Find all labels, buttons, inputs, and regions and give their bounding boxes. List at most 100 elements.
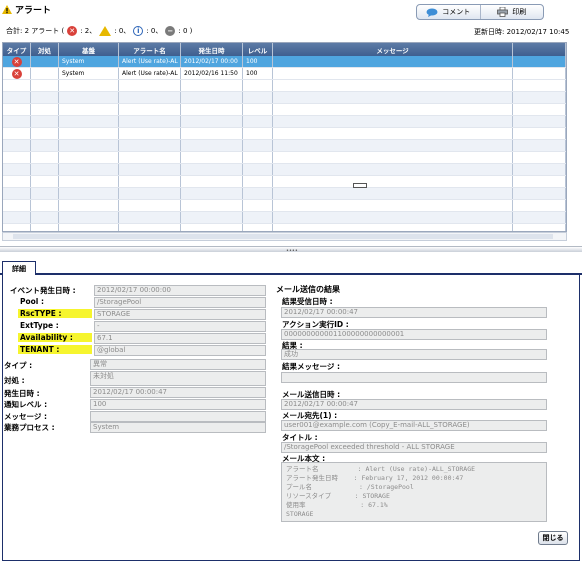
send-time-field: 2012/02/17 00:00:47 — [281, 399, 547, 410]
result-field: 成功 — [281, 349, 547, 360]
notify-level-field: 100 — [90, 399, 266, 410]
scrollbar-thumb[interactable] — [13, 234, 553, 239]
warning-count: : 0、 — [114, 27, 131, 35]
info-count: : 0、 — [146, 27, 163, 35]
splitter-grip-icon: •••• — [286, 248, 298, 254]
speech-bubble-icon — [426, 8, 438, 17]
level-cell: 100 — [243, 68, 273, 79]
type-cell: ✕ — [3, 68, 31, 79]
availability-field: 67.1 — [94, 333, 266, 344]
level-cell: 100 — [243, 56, 273, 67]
top-button-group: コメント 印刷 — [416, 4, 544, 20]
error-icon: ✕ — [67, 26, 78, 36]
exttype-label: ExtType : — [20, 321, 59, 330]
base-cell: System — [59, 56, 119, 67]
detail-tab-bar: 詳細 — [0, 258, 582, 275]
time-cell: 2012/02/16 11:50 — [181, 68, 243, 79]
action-cell — [31, 56, 59, 67]
alert-summary: 合計: 2 アラート ( ✕ : 2、 : 0、 i : 0、 − : 0 ) — [6, 25, 192, 37]
resize-handle[interactable] — [353, 183, 367, 188]
table-header: タイプ 対処 基盤 アラート名 発生日時 レベル メッセージ — [3, 43, 566, 56]
mail-to-field: user001@example.com (Copy_E-mail-ALL_STO… — [281, 420, 547, 431]
type-field: 異常 — [90, 359, 266, 370]
availability-label: Availability : — [18, 333, 92, 342]
close-button[interactable]: 閉じる — [538, 531, 568, 545]
column-header-time[interactable]: 発生日時 — [181, 43, 243, 56]
action-field: 未対処 — [90, 371, 266, 386]
horizontal-scrollbar[interactable] — [2, 232, 567, 241]
table-row[interactable]: ✕ System Alert (Use rate)-AL 2012/02/17 … — [3, 56, 566, 68]
rsctype-field: STORAGE — [94, 309, 266, 320]
result-message-field — [281, 372, 547, 383]
table-row-empty — [3, 188, 566, 200]
type-cell: ✕ — [3, 56, 31, 67]
result-time-field: 2012/02/17 00:00:47 — [281, 307, 547, 318]
event-time-field: 2012/02/17 00:00:00 — [94, 285, 266, 296]
message-cell — [273, 68, 513, 79]
result-time-label: 結果受信日時 : — [282, 297, 333, 306]
process-field: System — [90, 422, 266, 433]
unknown-count: : 0 ) — [178, 27, 193, 35]
tenant-field: @global — [94, 345, 266, 356]
table-row-empty — [3, 224, 566, 231]
info-icon: i — [133, 26, 144, 36]
mail-title-field: /StoragePool exceeded threshold - ALL ST… — [281, 442, 547, 453]
tenant-label: TENANT : — [18, 345, 92, 354]
table-row-empty — [3, 80, 566, 92]
table-row[interactable]: ✕ System Alert (Use rate)-AL 2012/02/16 … — [3, 68, 566, 80]
type-label: タイプ : — [4, 361, 33, 370]
action-cell — [31, 68, 59, 79]
occurred-label: 発生日時 : — [4, 389, 40, 398]
result-message-label: 結果メッセージ : — [282, 362, 340, 371]
process-label: 業務プロセス : — [4, 423, 55, 432]
base-cell: System — [59, 68, 119, 79]
print-button-label: 印刷 — [512, 8, 527, 16]
summary-total: 合計: 2 アラート ( — [6, 27, 65, 35]
column-header-action[interactable]: 対処 — [31, 43, 59, 56]
pool-label: Pool : — [20, 297, 44, 306]
rsctype-label: RscTYPE : — [18, 309, 92, 318]
table-row-empty — [3, 104, 566, 116]
page-title: アラート — [15, 5, 52, 16]
table-row-empty — [3, 152, 566, 164]
notify-level-label: 通知レベル : — [4, 400, 48, 409]
action-id-field: 000000000001100000000000001 — [281, 329, 547, 340]
message-field — [90, 411, 266, 422]
warning-icon — [99, 26, 112, 36]
table-row-empty — [3, 92, 566, 104]
occurred-field: 2012/02/17 00:00:47 — [90, 387, 266, 398]
alert-name-cell: Alert (Use rate)-AL — [119, 56, 181, 67]
action-label: 対処 : — [4, 376, 25, 385]
printer-icon — [497, 7, 509, 17]
error-icon: ✕ — [11, 68, 22, 79]
warning-icon — [2, 4, 12, 14]
table-row-empty — [3, 176, 566, 188]
comment-button[interactable]: コメント — [417, 5, 480, 19]
column-header-level[interactable]: レベル — [243, 43, 273, 56]
pane-splitter[interactable]: •••• — [0, 246, 582, 254]
table-row-empty — [3, 164, 566, 176]
pool-field: /StoragePool — [94, 297, 266, 308]
extra-cell — [513, 56, 566, 67]
extra-cell — [513, 68, 566, 79]
table-row-empty — [3, 140, 566, 152]
updated-time: 更新日時: 2012/02/17 10:45 — [474, 28, 570, 36]
exttype-field: - — [94, 321, 266, 332]
column-header-extra[interactable] — [513, 43, 566, 56]
table-row-empty — [3, 128, 566, 140]
column-header-base[interactable]: 基盤 — [59, 43, 119, 56]
column-header-alert-name[interactable]: アラート名 — [119, 43, 181, 56]
event-time-label: イベント発生日時 : — [10, 286, 76, 295]
error-icon: ✕ — [11, 56, 22, 67]
unknown-icon: − — [165, 26, 176, 36]
error-count: : 2、 — [80, 27, 97, 35]
tab-detail[interactable]: 詳細 — [2, 261, 36, 275]
mail-body-field: アラート名 : Alert (Use rate)-ALL_STORAGE アラー… — [281, 462, 547, 522]
table-row-empty — [3, 116, 566, 128]
time-cell: 2012/02/17 00:00 — [181, 56, 243, 67]
mail-result-title: メール送信の結果 — [276, 285, 340, 294]
column-header-type[interactable]: タイプ — [3, 43, 31, 56]
print-button[interactable]: 印刷 — [479, 5, 544, 19]
alert-name-cell: Alert (Use rate)-AL — [119, 68, 181, 79]
column-header-message[interactable]: メッセージ — [273, 43, 513, 56]
